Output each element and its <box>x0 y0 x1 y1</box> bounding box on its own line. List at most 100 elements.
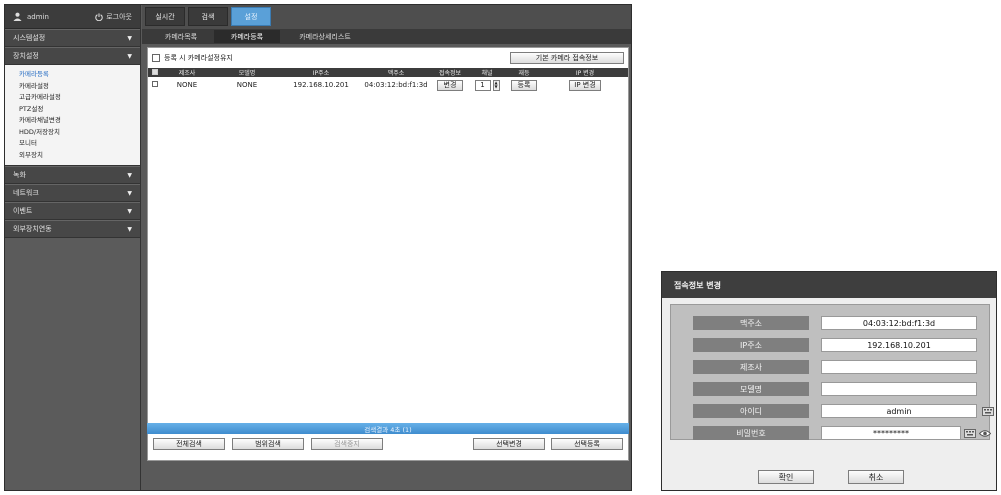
sidebar: admin 로그아웃 시스템설정 ▼ 장치설정 ▼ 카메라등록 카메라설정 고급… <box>5 5 141 490</box>
cancel-button[interactable]: 취소 <box>848 470 904 484</box>
channel-spinner[interactable]: 1 ▲ ▼ <box>468 79 506 91</box>
cell-model: NONE <box>236 81 258 89</box>
password-label: 비밀번호 <box>693 426 809 440</box>
cell-ip: 192.168.10.201 <box>293 81 349 89</box>
username: admin <box>27 12 49 21</box>
manufacturer-value <box>821 360 977 374</box>
subtab-camera-register[interactable]: 카메라등록 <box>214 30 280 43</box>
submenu-item-external[interactable]: 외부장치 <box>5 150 140 162</box>
id-input[interactable]: admin <box>821 404 977 418</box>
model-label: 모델명 <box>693 382 809 396</box>
change-access-button[interactable]: 변경 <box>437 79 463 91</box>
submenu-item-hdd[interactable]: HDD/저장장치 <box>5 127 140 139</box>
submenu-item-camera-channel[interactable]: 카메라채널변경 <box>5 115 140 127</box>
model-field-row: 모델명 <box>693 382 977 396</box>
chevron-down-icon: ▼ <box>127 189 132 197</box>
top-tab-bar: 실시간 검색 설정 <box>142 5 631 29</box>
ip-change-button[interactable]: IP 변경 <box>569 79 601 91</box>
menu-external-link[interactable]: 외부장치연동 ▼ <box>5 220 140 238</box>
select-register-button[interactable]: 선택등록 <box>551 438 623 450</box>
logout-label: 로그아웃 <box>106 12 132 21</box>
submenu-item-camera-register[interactable]: 카메라등록 <box>5 69 140 81</box>
menu-network[interactable]: 네트워크 ▼ <box>5 184 140 202</box>
submenu-item-camera-settings[interactable]: 카메라설정 <box>5 81 140 93</box>
main-window: admin 로그아웃 시스템설정 ▼ 장치설정 ▼ 카메라등록 카메라설정 고급… <box>4 4 632 491</box>
user-bar: admin 로그아웃 <box>5 5 140 29</box>
menu-event[interactable]: 이벤트 ▼ <box>5 202 140 220</box>
select-all-checkbox[interactable] <box>152 68 158 75</box>
password-field-row: 비밀번호 ********* <box>693 426 991 440</box>
model-value <box>821 382 977 396</box>
table-row[interactable]: NONE NONE 192.168.10.201 04:03:12:bd:f1:… <box>148 77 628 93</box>
manufacturer-field-row: 제조사 <box>693 360 977 374</box>
tab-live[interactable]: 실시간 <box>145 7 185 26</box>
submenu-item-ptz[interactable]: PTZ설정 <box>5 104 140 116</box>
device-submenu: 카메라등록 카메라설정 고급카메라설정 PTZ설정 카메라채널변경 HDD/저장… <box>5 65 140 166</box>
mac-value: 04:03:12:bd:f1:3d <box>821 316 977 330</box>
chevron-down-icon: ▼ <box>127 207 132 215</box>
column-header: IP주소 <box>282 68 360 77</box>
chevron-down-icon: ▼ <box>127 34 132 42</box>
stop-search-button[interactable]: 검색중지 <box>311 438 383 450</box>
mac-label: 맥주소 <box>693 316 809 330</box>
id-field-row: 아이디 admin <box>693 404 994 418</box>
chevron-down-icon: ▼ <box>127 225 132 233</box>
search-result-bar: 검색결과 4초 (1) <box>147 423 629 434</box>
submenu-item-advanced-camera[interactable]: 고급카메라설정 <box>5 92 140 104</box>
column-header: 맥주소 <box>360 68 432 77</box>
full-search-button[interactable]: 전체검색 <box>153 438 225 450</box>
cell-mac: 04:03:12:bd:f1:3d <box>364 81 428 89</box>
ip-field-row: IP주소 192.168.10.201 <box>693 338 977 352</box>
manufacturer-label: 제조사 <box>693 360 809 374</box>
row-checkbox[interactable] <box>152 81 158 87</box>
menu-label: 이벤트 <box>13 207 33 215</box>
menu-system-settings[interactable]: 시스템설정 ▼ <box>5 29 140 47</box>
spinner-arrows-icon[interactable]: ▲ ▼ <box>492 79 500 91</box>
sub-tab-bar: 카메라목록 카메라등록 카메라상세리스트 <box>142 29 631 44</box>
tab-search[interactable]: 검색 <box>188 7 228 26</box>
column-header: 제조사 <box>162 68 212 77</box>
select-change-button[interactable]: 선택변경 <box>473 438 545 450</box>
menu-label: 네트워크 <box>13 189 39 197</box>
subtab-camera-detail-list[interactable]: 카메라상세리스트 <box>280 30 370 43</box>
menu-recording[interactable]: 녹화 ▼ <box>5 166 140 184</box>
menu-label: 장치설정 <box>13 52 39 60</box>
register-button[interactable]: 등록 <box>511 79 537 91</box>
menu-label: 녹화 <box>13 171 26 179</box>
ip-value: 192.168.10.201 <box>821 338 977 352</box>
range-search-button[interactable]: 범위검색 <box>232 438 304 450</box>
subtab-camera-list[interactable]: 카메라목록 <box>148 30 214 43</box>
keyboard-icon[interactable] <box>963 427 977 439</box>
menu-device-settings[interactable]: 장치설정 ▼ <box>5 47 140 65</box>
default-access-info-button[interactable]: 기본 카메라 접속정보 <box>510 52 624 64</box>
cell-manufacturer: NONE <box>176 81 198 89</box>
submenu-item-monitor[interactable]: 모니터 <box>5 138 140 150</box>
column-header: IP 변경 <box>542 68 628 77</box>
id-label: 아이디 <box>693 404 809 418</box>
keep-settings-checkbox[interactable] <box>152 54 160 62</box>
column-header: 재등 <box>506 68 542 77</box>
channel-value[interactable]: 1 <box>474 79 491 91</box>
ip-label: IP주소 <box>693 338 809 352</box>
keep-settings-label: 등록 시 카메라설정유지 <box>164 54 233 62</box>
mac-field-row: 맥주소 04:03:12:bd:f1:3d <box>693 316 977 330</box>
camera-table: 제조사 모델명 IP주소 맥주소 접속정보 채널 재등 IP 변경 NONE N… <box>148 68 628 93</box>
tab-settings[interactable]: 설정 <box>231 7 271 26</box>
column-header: 접속정보 <box>432 68 468 77</box>
keyboard-icon[interactable] <box>981 405 995 417</box>
chevron-down-icon: ▼ <box>127 52 132 60</box>
content-panel: 등록 시 카메라설정유지 기본 카메라 접속정보 제조사 모델명 IP주소 맥주… <box>147 47 629 461</box>
bottom-button-bar: 전체검색 범위검색 검색중지 선택변경 선택등록 <box>147 438 629 452</box>
chevron-down-icon: ▼ <box>127 171 132 179</box>
confirm-button[interactable]: 확인 <box>758 470 814 484</box>
toolbar: 등록 시 카메라설정유지 기본 카메라 접속정보 <box>148 48 628 68</box>
select-all-header[interactable] <box>148 68 162 77</box>
password-input[interactable]: ********* <box>821 426 961 440</box>
dialog-title: 접속정보 변경 <box>662 272 996 298</box>
table-header-row: 제조사 모델명 IP주소 맥주소 접속정보 채널 재등 IP 변경 <box>148 68 628 77</box>
logout-button[interactable]: 로그아웃 <box>95 12 132 22</box>
user-icon <box>13 12 22 21</box>
eye-icon[interactable] <box>978 427 992 439</box>
menu-label: 외부장치연동 <box>13 225 52 233</box>
dialog-body: 맥주소 04:03:12:bd:f1:3d IP주소 192.168.10.20… <box>670 304 994 440</box>
